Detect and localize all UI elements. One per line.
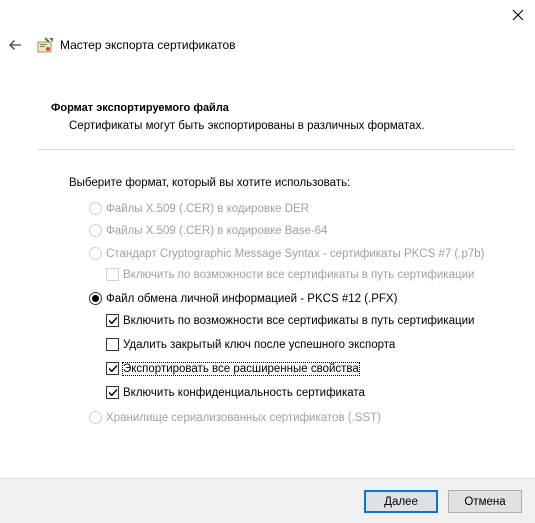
radio-pkcs12-label: Файл обмена личной информацией - PKCS #1… — [106, 292, 398, 305]
next-button[interactable]: Далее — [364, 490, 438, 513]
checkbox-export-extended-properties-box — [106, 362, 119, 375]
radio-base64-indicator — [89, 224, 102, 237]
checkbox-include-all-certs-label: Включить по возможности все сертификаты … — [123, 314, 475, 327]
checkmark-icon — [108, 365, 118, 373]
section-title: Формат экспортируемого файла — [51, 102, 229, 114]
close-button[interactable] — [500, 0, 535, 30]
radio-pkcs12-indicator — [89, 292, 102, 305]
radio-pkcs12[interactable]: Файл обмена личной информацией - PKCS #1… — [89, 292, 397, 305]
checkbox-pkcs7-include-all-label: Включить по возможности все сертификаты … — [123, 268, 475, 281]
radio-base64-label: Файлы X.509 (.CER) в кодировке Base-64 — [106, 224, 328, 237]
radio-base64[interactable]: Файлы X.509 (.CER) в кодировке Base-64 — [89, 224, 328, 237]
radio-sst-label: Хранилище сериализованных сертификатов (… — [106, 411, 381, 424]
radio-der[interactable]: Файлы X.509 (.CER) в кодировке DER — [89, 202, 309, 215]
radio-pkcs7-label: Стандарт Cryptographic Message Syntax - … — [106, 247, 485, 260]
cancel-button[interactable]: Отмена — [448, 490, 522, 513]
radio-der-indicator — [89, 202, 102, 215]
checkbox-delete-private-key[interactable]: Удалить закрытый ключ после успешного эк… — [106, 338, 395, 351]
checkbox-pkcs7-include-all[interactable]: Включить по возможности все сертификаты … — [106, 268, 474, 281]
radio-pkcs7[interactable]: Стандарт Cryptographic Message Syntax - … — [89, 247, 484, 260]
certificate-wizard-icon — [37, 37, 53, 53]
checkbox-delete-private-key-box — [106, 338, 119, 351]
section-description: Сертификаты могут быть экспортированы в … — [69, 120, 425, 132]
window-title: Мастер экспорта сертификатов — [60, 38, 236, 52]
checkbox-certificate-privacy-label: Включить конфиденциальность сертификата — [123, 386, 365, 399]
checkbox-export-extended-properties[interactable]: Экспортировать все расширенные свойства — [106, 361, 360, 376]
format-prompt: Выберите формат, который вы хотите испол… — [69, 177, 351, 189]
radio-sst-indicator — [89, 411, 102, 424]
checkmark-icon — [108, 389, 118, 397]
close-icon — [512, 9, 523, 21]
checkbox-pkcs7-include-all-box — [106, 268, 119, 281]
back-button[interactable] — [4, 34, 26, 56]
checkbox-certificate-privacy[interactable]: Включить конфиденциальность сертификата — [106, 386, 365, 399]
checkbox-certificate-privacy-box — [106, 386, 119, 399]
radio-sst[interactable]: Хранилище сериализованных сертификатов (… — [89, 411, 381, 424]
checkmark-icon — [108, 317, 118, 325]
radio-der-label: Файлы X.509 (.CER) в кодировке DER — [106, 202, 309, 215]
checkbox-delete-private-key-label: Удалить закрытый ключ после успешного эк… — [123, 338, 396, 351]
checkbox-include-all-certs-box — [106, 314, 119, 327]
checkbox-export-extended-properties-label: Экспортировать все расширенные свойства — [122, 361, 360, 376]
radio-selected-dot — [92, 295, 99, 302]
header-divider — [38, 149, 515, 150]
radio-pkcs7-indicator — [89, 247, 102, 260]
back-arrow-icon — [9, 40, 21, 50]
checkbox-include-all-certs[interactable]: Включить по возможности все сертификаты … — [106, 314, 474, 327]
